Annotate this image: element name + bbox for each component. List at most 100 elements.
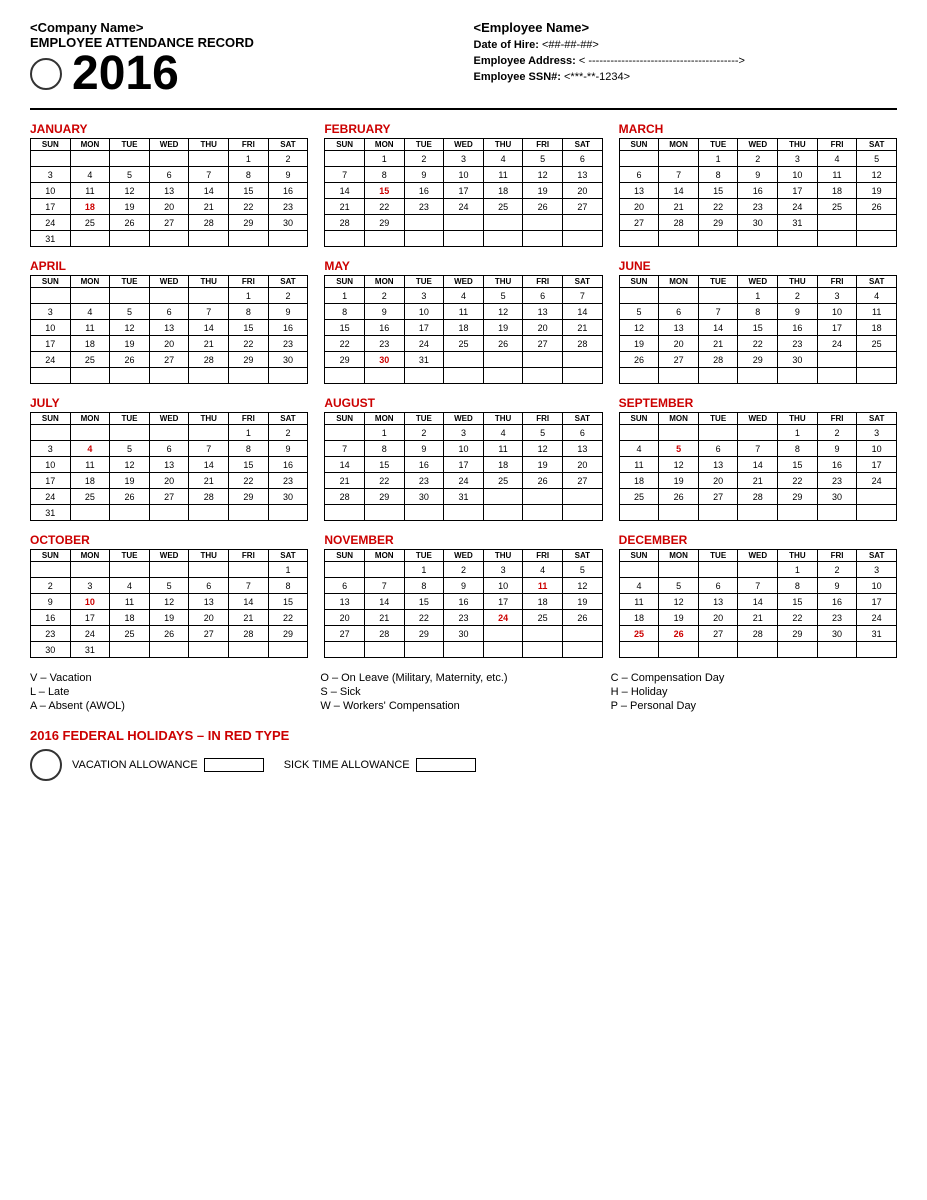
cal-cell: 28: [189, 489, 229, 505]
day-header-thu: THU: [483, 550, 523, 562]
cal-cell: [817, 352, 857, 368]
day-header-thu: THU: [189, 139, 229, 151]
cal-cell: [698, 288, 738, 304]
cal-cell: [189, 288, 229, 304]
day-header-sat: SAT: [268, 550, 308, 562]
cal-cell: 5: [857, 151, 897, 167]
cal-cell: [857, 642, 897, 658]
cal-cell: 8: [778, 578, 818, 594]
cal-cell: 19: [483, 320, 523, 336]
cal-cell: [619, 642, 659, 658]
cal-cell: 21: [659, 199, 699, 215]
cal-cell: 7: [325, 167, 365, 183]
cal-cell: 27: [698, 626, 738, 642]
day-header-thu: THU: [189, 276, 229, 288]
cal-cell: [523, 231, 563, 247]
cal-cell: 29: [229, 489, 269, 505]
year-display: 2016: [72, 50, 179, 98]
cal-cell: 1: [229, 151, 269, 167]
cal-cell: 30: [31, 642, 71, 658]
cal-cell: 5: [523, 425, 563, 441]
day-header-tue: TUE: [110, 139, 150, 151]
cal-cell: 23: [268, 199, 308, 215]
month-block-february: FEBRUARYSUNMONTUEWEDTHUFRISAT12345678910…: [324, 122, 602, 247]
day-header-wed: WED: [738, 413, 778, 425]
cal-cell: [444, 231, 484, 247]
cal-cell: 4: [619, 578, 659, 594]
month-title-february: FEBRUARY: [324, 122, 602, 136]
cal-cell: 19: [110, 199, 150, 215]
cal-cell: [698, 231, 738, 247]
legend-col-3: C – Compensation Day H – Holiday P – Per…: [611, 672, 897, 714]
cal-cell: 27: [562, 473, 602, 489]
cal-cell: 26: [659, 489, 699, 505]
calendar-table-january: SUNMONTUEWEDTHUFRISAT1234567891011121314…: [30, 138, 308, 247]
day-header-tue: TUE: [698, 139, 738, 151]
cal-cell: 10: [857, 578, 897, 594]
day-header-wed: WED: [738, 550, 778, 562]
cal-cell: 25: [857, 336, 897, 352]
cal-cell: 9: [364, 304, 404, 320]
day-header-sat: SAT: [562, 139, 602, 151]
cal-cell: 17: [70, 610, 110, 626]
cal-cell: [364, 231, 404, 247]
cal-cell: 14: [325, 183, 365, 199]
cal-cell: 8: [778, 441, 818, 457]
cal-cell: [229, 231, 269, 247]
cal-cell: 20: [149, 199, 189, 215]
cal-cell: 28: [364, 626, 404, 642]
cal-cell: 1: [404, 562, 444, 578]
cal-cell: 4: [483, 151, 523, 167]
cal-cell: 3: [31, 441, 71, 457]
cal-cell: 8: [698, 167, 738, 183]
cal-cell: 14: [738, 457, 778, 473]
cal-cell: 8: [268, 578, 308, 594]
day-header-thu: THU: [778, 413, 818, 425]
day-header-sat: SAT: [857, 413, 897, 425]
cal-cell: 1: [229, 425, 269, 441]
legend-col-2: O – On Leave (Military, Maternity, etc.)…: [320, 672, 606, 714]
vacation-label: VACATION ALLOWANCE: [72, 759, 198, 771]
cal-cell: 12: [659, 594, 699, 610]
cal-cell: 20: [149, 473, 189, 489]
cal-cell: [562, 642, 602, 658]
sick-box[interactable]: [416, 758, 476, 772]
legend-l: L – Late: [30, 686, 316, 698]
cal-cell: 17: [483, 594, 523, 610]
cal-cell: [778, 642, 818, 658]
day-header-tue: TUE: [404, 550, 444, 562]
cal-cell: [483, 231, 523, 247]
cal-cell: [857, 231, 897, 247]
cal-cell: 21: [325, 473, 365, 489]
cal-cell: 12: [149, 594, 189, 610]
cal-cell: 18: [619, 610, 659, 626]
cal-cell: [659, 288, 699, 304]
cal-cell: 28: [189, 215, 229, 231]
cal-cell: 19: [110, 336, 150, 352]
header-left: <Company Name> EMPLOYEE ATTENDANCE RECOR…: [30, 20, 454, 98]
cal-cell: 4: [619, 441, 659, 457]
cal-cell: 17: [444, 457, 484, 473]
cal-cell: 28: [189, 352, 229, 368]
cal-cell: 25: [817, 199, 857, 215]
vacation-box[interactable]: [204, 758, 264, 772]
cal-cell: 26: [562, 610, 602, 626]
employee-name: <Employee Name>: [474, 20, 898, 35]
cal-cell: 1: [229, 288, 269, 304]
cal-cell: 5: [110, 441, 150, 457]
header-right: <Employee Name> Date of Hire: <##-##-##>…: [454, 20, 898, 98]
cal-cell: 28: [698, 352, 738, 368]
cal-cell: 8: [325, 304, 365, 320]
cal-cell: [325, 231, 365, 247]
day-header-thu: THU: [778, 276, 818, 288]
cal-cell: 18: [70, 336, 110, 352]
cal-cell: 9: [817, 578, 857, 594]
cal-cell: [149, 425, 189, 441]
cal-cell: 26: [483, 336, 523, 352]
cal-cell: 30: [268, 215, 308, 231]
cal-cell: 10: [483, 578, 523, 594]
cal-cell: 11: [857, 304, 897, 320]
allowances-row: VACATION ALLOWANCE SICK TIME ALLOWANCE: [72, 758, 476, 772]
cal-cell: [268, 368, 308, 384]
day-header-tue: TUE: [404, 413, 444, 425]
